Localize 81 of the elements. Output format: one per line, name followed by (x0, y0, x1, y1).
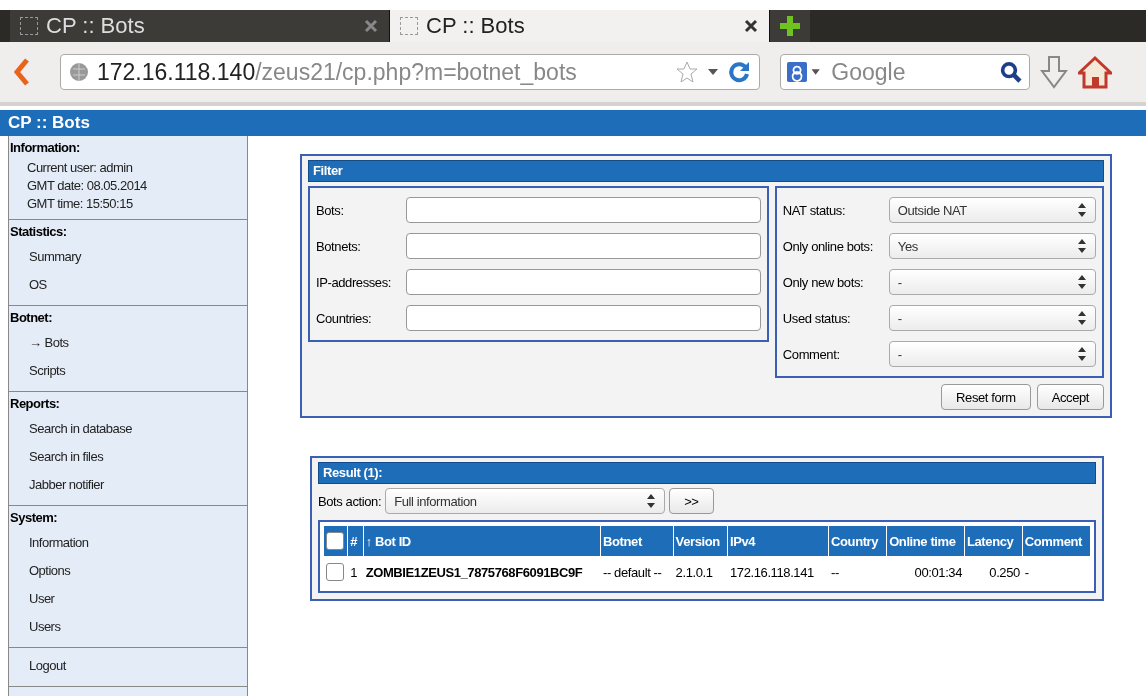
checkbox[interactable] (326, 563, 344, 581)
column-header[interactable]: ↑ Bot ID (363, 526, 601, 556)
select-field[interactable]: Yes (888, 233, 1096, 259)
section-heading: Information: (10, 140, 81, 155)
tab-title: CP :: Bots (426, 13, 525, 39)
menu-link[interactable]: User (9, 585, 247, 613)
menu-link[interactable]: Scripts (9, 357, 247, 385)
select-field[interactable]: Full information (385, 488, 666, 514)
reload-icon[interactable] (727, 60, 751, 84)
close-icon[interactable] (743, 18, 759, 34)
menu-link[interactable]: Options (9, 557, 247, 585)
section-heading: System: (10, 510, 59, 525)
info-text: GMT date: 08.05.2014 (26, 177, 148, 195)
spinner-arrows-icon (1077, 310, 1087, 326)
page-icon (400, 17, 418, 35)
menu-link[interactable]: Summary (9, 243, 247, 271)
info-text: Current user: admin (26, 159, 134, 177)
browser-tab[interactable]: CP :: Bots (390, 10, 770, 42)
dropdown-icon[interactable] (707, 67, 719, 77)
section-heading: Statistics: (10, 224, 68, 239)
spinner-arrows-icon (1077, 238, 1087, 254)
search-icon[interactable] (999, 59, 1023, 85)
menu-link[interactable]: Users (9, 613, 247, 641)
column-header[interactable]: Latency (965, 526, 1022, 556)
menu-link[interactable]: Jabber notifier (9, 471, 247, 499)
page-icon (20, 17, 38, 35)
globe-icon (69, 62, 89, 82)
column-header[interactable]: Online time (887, 526, 964, 556)
menu-link[interactable]: Logout (9, 652, 247, 680)
spinner-arrows-icon (1077, 346, 1087, 362)
field-label: Comment: (782, 346, 841, 362)
back-icon[interactable] (14, 58, 30, 86)
download-icon[interactable] (1040, 55, 1068, 89)
field-label: Used status: (782, 310, 852, 326)
search-bar[interactable]: Google (780, 54, 1030, 90)
page-title: CP :: Bots (0, 110, 1146, 136)
field-label: Only online bots: (782, 238, 874, 254)
field-label: Bots: (316, 202, 345, 218)
menu-link[interactable]: → Bots (9, 329, 247, 357)
info-text: GMT time: 15:50:15 (26, 195, 134, 213)
column-header[interactable]: IPv4 (728, 526, 829, 556)
section-heading: Botnet: (10, 310, 53, 325)
section-heading: Reports: (10, 396, 61, 411)
menu-link[interactable]: Search in database (9, 415, 247, 443)
select-field[interactable]: - (888, 341, 1096, 367)
column-header[interactable]: Botnet (601, 526, 673, 556)
field-label: NAT status: (782, 202, 847, 218)
text-field[interactable] (406, 233, 761, 259)
spinner-arrows-icon (1077, 274, 1087, 290)
select-field[interactable]: - (888, 305, 1096, 331)
go-button[interactable]: >> (669, 488, 714, 514)
browser-tab[interactable]: CP :: Bots (10, 10, 390, 42)
form-button[interactable]: Reset form (941, 384, 1031, 410)
field-label: Botnets: (316, 238, 362, 254)
tab-title: CP :: Bots (46, 13, 145, 39)
select-field[interactable]: Outside NAT (888, 197, 1096, 223)
text-field[interactable] (406, 305, 761, 331)
panel-title: Filter (308, 160, 1104, 182)
form-button[interactable]: Accept (1036, 384, 1104, 410)
field-label: IP-addresses: (316, 274, 392, 290)
column-header[interactable]: # (348, 526, 363, 556)
star-icon[interactable] (675, 60, 699, 84)
text-field[interactable] (406, 197, 761, 223)
column-header[interactable]: Country (829, 526, 887, 556)
plus-icon[interactable] (779, 15, 801, 37)
home-icon[interactable] (1078, 55, 1112, 89)
text-field[interactable] (406, 269, 761, 295)
spinner-arrows-icon (646, 493, 657, 509)
field-label: Countries: (316, 310, 373, 326)
menu-link[interactable]: Search in files (9, 443, 247, 471)
panel-title: Result (1): (318, 462, 1096, 484)
field-label: Bots action: (318, 493, 382, 509)
address-bar[interactable]: 172.16.118.140/zeus21/cp.php?m=botnet_bots (60, 54, 760, 90)
spinner-arrows-icon (1077, 202, 1087, 218)
menu-link[interactable]: OS (9, 271, 247, 299)
select-field[interactable]: - (888, 269, 1096, 295)
column-header[interactable]: Version (673, 526, 728, 556)
checkbox[interactable] (326, 532, 344, 550)
menu-link[interactable]: Information (9, 529, 247, 557)
field-label: Only new bots: (782, 274, 865, 290)
column-header[interactable]: Comment (1022, 526, 1090, 556)
